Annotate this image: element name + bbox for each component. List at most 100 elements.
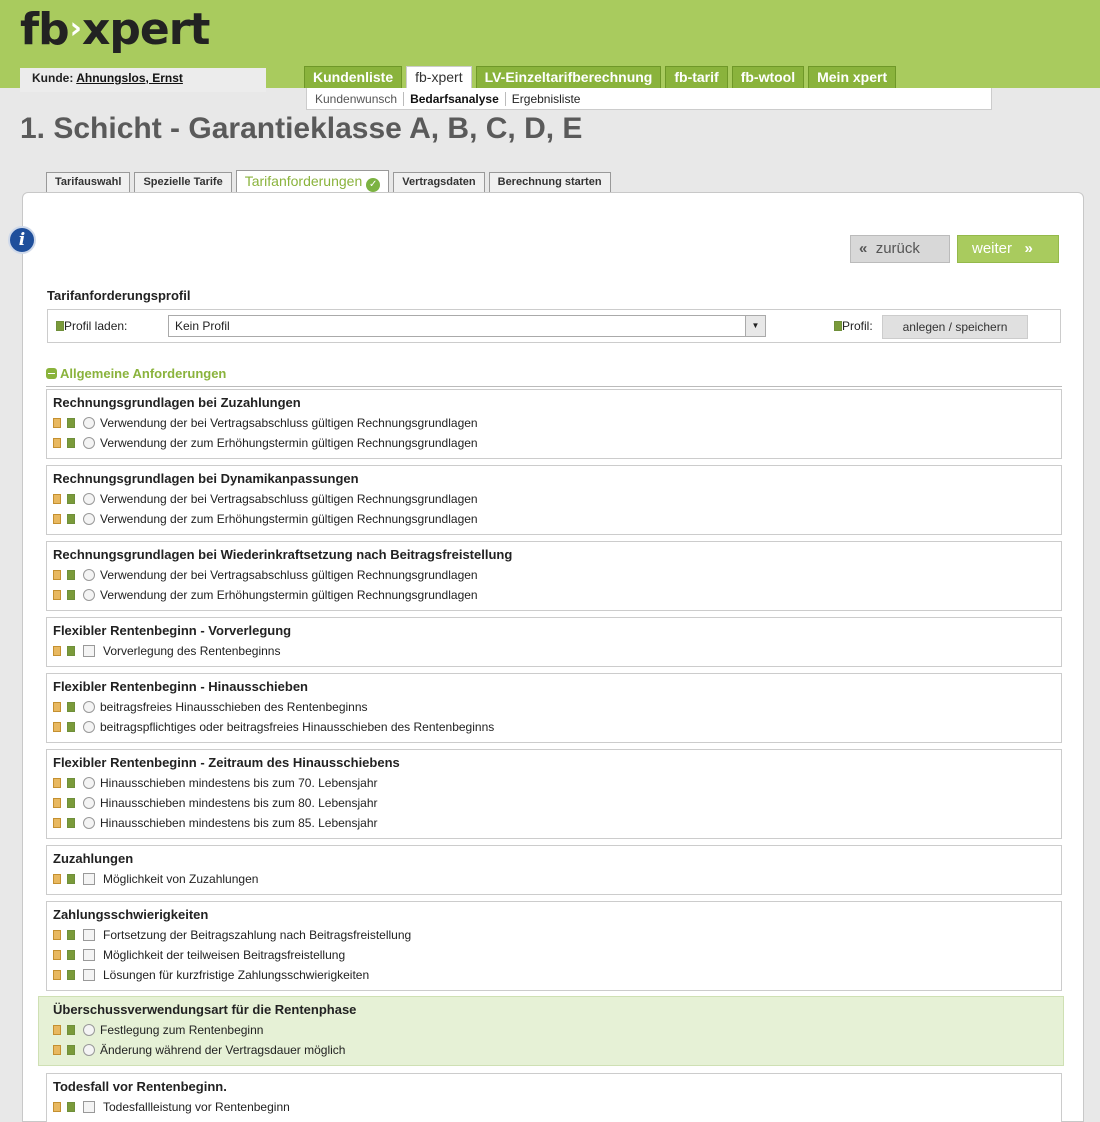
option-label: Lösungen für kurzfristige Zahlungsschwie… (103, 968, 370, 982)
collapse-icon[interactable] (46, 368, 57, 379)
help-square-icon[interactable] (67, 818, 75, 828)
step-tab[interactable]: Berechnung starten (488, 172, 611, 192)
info-square-icon[interactable] (53, 590, 61, 600)
info-square-icon[interactable] (53, 1025, 61, 1035)
help-square-icon[interactable] (56, 321, 64, 331)
option-label: Verwendung der zum Erhöhungstermin gülti… (100, 588, 478, 602)
help-square-icon[interactable] (67, 950, 75, 960)
info-square-icon[interactable] (53, 722, 61, 732)
info-square-icon[interactable] (53, 818, 61, 828)
option-row: Todesfallleistung vor Rentenbeginn (53, 1097, 1055, 1117)
step-tab[interactable]: Spezielle Tarife (134, 172, 232, 192)
subnav-item[interactable]: Kundenwunsch (309, 91, 405, 106)
help-square-icon[interactable] (67, 798, 75, 808)
option-row: Verwendung der zum Erhöhungstermin gülti… (53, 585, 1055, 605)
help-square-icon[interactable] (834, 321, 842, 331)
main-tab[interactable]: LV-Einzeltarifberechnung (475, 66, 662, 88)
subnav-item[interactable]: Bedarfsanalyse (404, 91, 506, 106)
main-tab[interactable]: Mein xpert (808, 66, 897, 88)
info-square-icon[interactable] (53, 874, 61, 884)
group-title: Zuzahlungen (53, 851, 134, 866)
option-label: Verwendung der zum Erhöhungstermin gülti… (100, 512, 478, 526)
customer-name-link[interactable]: Ahnungslos, Ernst (76, 71, 183, 85)
info-square-icon[interactable] (53, 930, 61, 940)
chevron-down-icon[interactable]: ▼ (745, 316, 765, 336)
info-square-icon[interactable] (53, 514, 61, 524)
option-radio[interactable] (83, 721, 95, 733)
help-square-icon[interactable] (67, 1102, 75, 1112)
help-square-icon[interactable] (67, 1045, 75, 1055)
option-row: Verwendung der bei Vertragsabschluss gül… (53, 489, 1055, 509)
option-radio[interactable] (83, 777, 95, 789)
back-button[interactable]: « zurück (850, 235, 950, 263)
option-checkbox[interactable] (83, 1101, 95, 1113)
help-square-icon[interactable] (67, 418, 75, 428)
main-tab[interactable]: fb-tarif (665, 66, 728, 88)
help-square-icon[interactable] (67, 514, 75, 524)
option-row: Festlegung zum Rentenbeginn (53, 1020, 1057, 1040)
help-square-icon[interactable] (67, 778, 75, 788)
help-square-icon[interactable] (67, 874, 75, 884)
option-label: Verwendung der zum Erhöhungstermin gülti… (100, 436, 478, 450)
option-checkbox[interactable] (83, 949, 95, 961)
option-radio[interactable] (83, 1044, 95, 1056)
option-radio[interactable] (83, 797, 95, 809)
info-square-icon[interactable] (53, 1102, 61, 1112)
step-tab[interactable]: Tarifauswahl (46, 172, 131, 192)
info-icon[interactable]: i (8, 226, 36, 254)
info-square-icon[interactable] (53, 778, 61, 788)
subnav-item[interactable]: Ergebnisliste (506, 92, 587, 106)
help-square-icon[interactable] (67, 438, 75, 448)
option-radio[interactable] (83, 493, 95, 505)
info-square-icon[interactable] (53, 494, 61, 504)
info-square-icon[interactable] (53, 950, 61, 960)
option-radio[interactable] (83, 417, 95, 429)
option-radio[interactable] (83, 513, 95, 525)
profile-select[interactable]: Kein Profil ▼ (168, 315, 766, 337)
info-square-icon[interactable] (53, 418, 61, 428)
help-square-icon[interactable] (67, 1025, 75, 1035)
info-square-icon[interactable] (53, 570, 61, 580)
option-radio[interactable] (83, 569, 95, 581)
option-radio[interactable] (83, 817, 95, 829)
option-label: Verwendung der bei Vertragsabschluss gül… (100, 568, 478, 582)
info-square-icon[interactable] (53, 798, 61, 808)
profile-box: Profil laden: Kein Profil ▼ Profil: anle… (47, 309, 1061, 343)
help-square-icon[interactable] (67, 570, 75, 580)
info-square-icon[interactable] (53, 1045, 61, 1055)
option-label: Todesfallleistung vor Rentenbeginn (103, 1100, 290, 1114)
help-square-icon[interactable] (67, 970, 75, 980)
info-square-icon[interactable] (53, 702, 61, 712)
option-checkbox[interactable] (83, 645, 95, 657)
option-label: Hinausschieben mindestens bis zum 70. Le… (100, 776, 378, 790)
help-square-icon[interactable] (67, 590, 75, 600)
step-tab[interactable]: Vertragsdaten (393, 172, 485, 192)
info-square-icon[interactable] (53, 438, 61, 448)
option-radio[interactable] (83, 589, 95, 601)
help-square-icon[interactable] (67, 702, 75, 712)
main-tab[interactable]: fb-wtool (731, 66, 805, 88)
option-label: Festlegung zum Rentenbeginn (100, 1023, 264, 1037)
profile-title: Tarifanforderungsprofil (47, 288, 191, 303)
info-square-icon[interactable] (53, 970, 61, 980)
save-profile-button[interactable]: anlegen / speichern (882, 315, 1028, 339)
help-square-icon[interactable] (67, 930, 75, 940)
step-tab[interactable]: Tarifanforderungen ✓ (235, 170, 390, 192)
option-row: Möglichkeit von Zuzahlungen (53, 869, 1055, 889)
help-square-icon[interactable] (67, 722, 75, 732)
next-button[interactable]: weiter » (957, 235, 1059, 263)
info-square-icon[interactable] (53, 646, 61, 656)
section-toggle[interactable]: Allgemeine Anforderungen (46, 366, 226, 381)
help-square-icon[interactable] (67, 494, 75, 504)
option-radio[interactable] (83, 701, 95, 713)
help-square-icon[interactable] (67, 646, 75, 656)
option-checkbox[interactable] (83, 929, 95, 941)
option-label: Hinausschieben mindestens bis zum 80. Le… (100, 796, 378, 810)
page-title: 1. Schicht - Garantieklasse A, B, C, D, … (20, 112, 583, 145)
option-radio[interactable] (83, 437, 95, 449)
main-tab[interactable]: fb-xpert (406, 66, 472, 90)
option-checkbox[interactable] (83, 969, 95, 981)
option-radio[interactable] (83, 1024, 95, 1036)
main-tab[interactable]: Kundenliste (304, 66, 403, 88)
option-checkbox[interactable] (83, 873, 95, 885)
